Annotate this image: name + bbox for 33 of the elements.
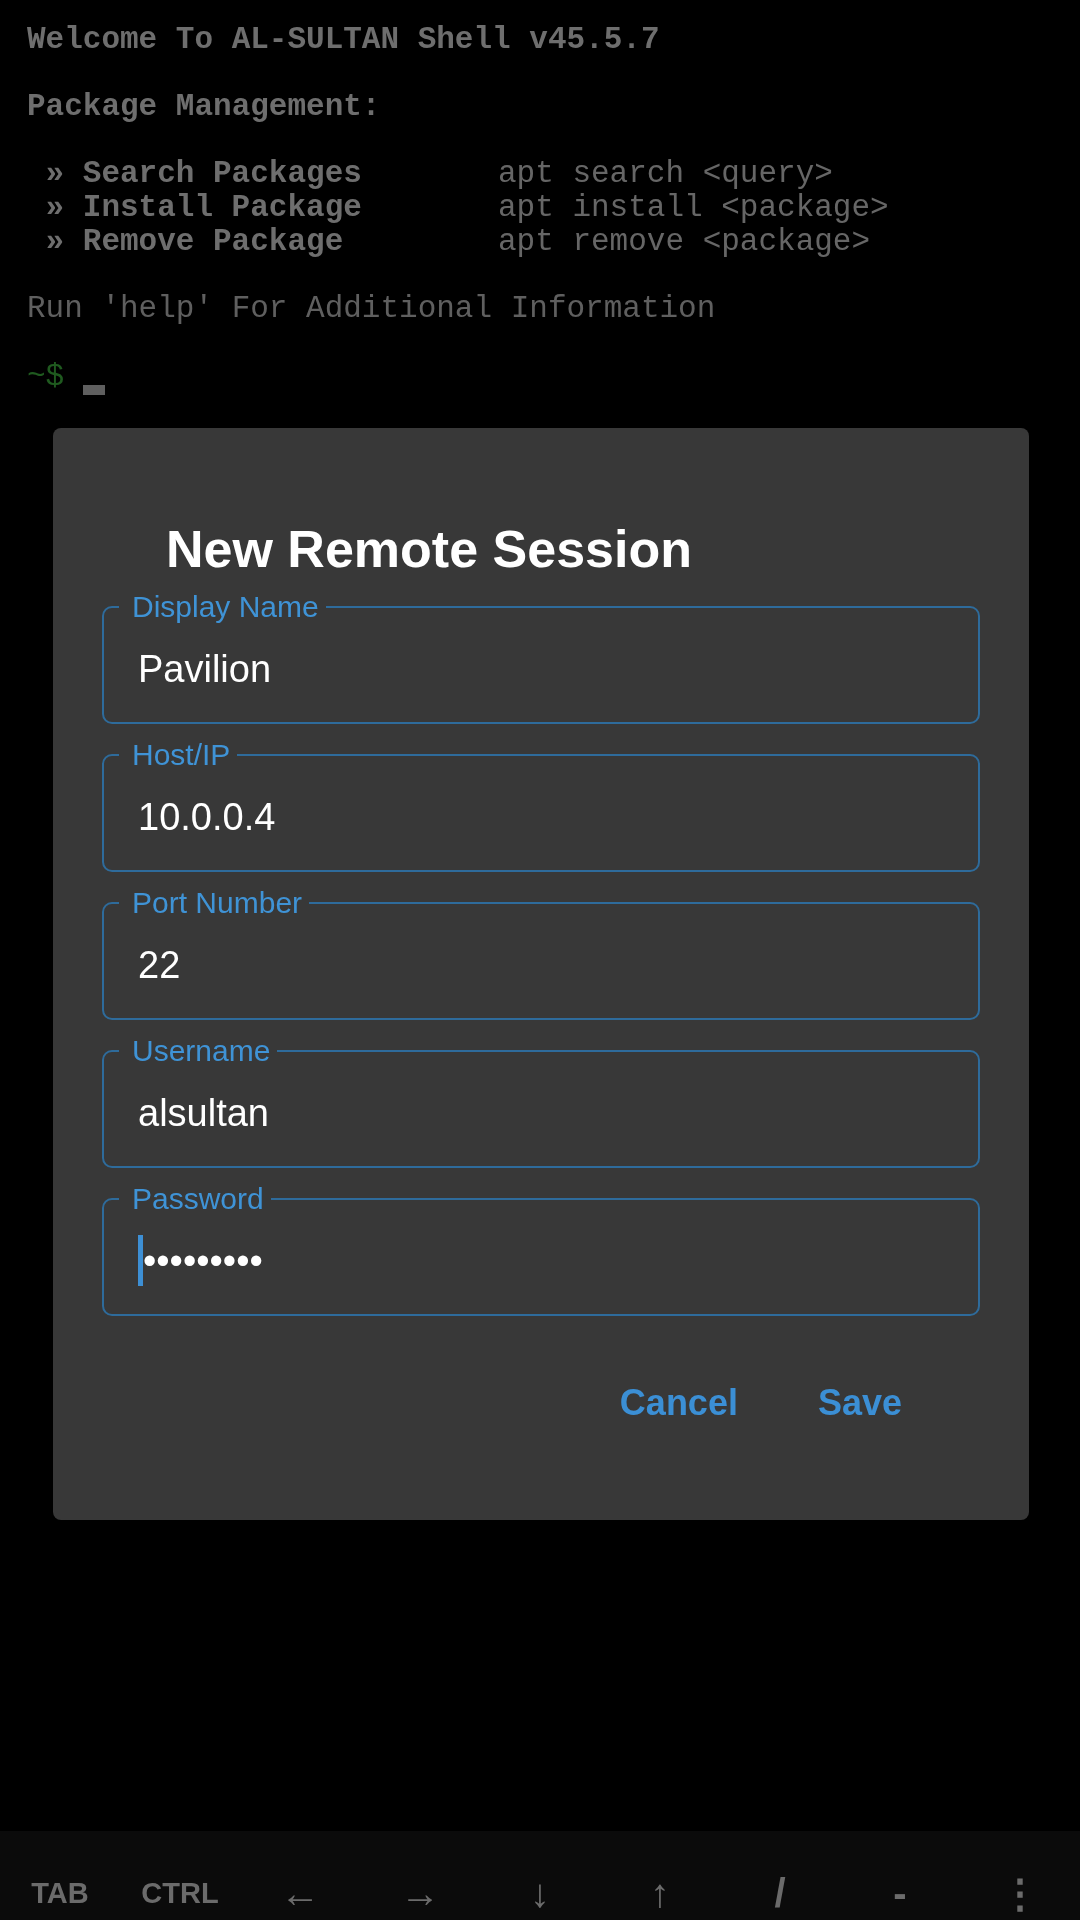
field-label: Display Name bbox=[131, 588, 320, 625]
field-label: Port Number bbox=[131, 884, 304, 921]
field-label: Password bbox=[131, 1180, 265, 1217]
field-value: ••••••••• bbox=[143, 1238, 263, 1284]
menu-item-label: » Install Package bbox=[45, 189, 362, 225]
field-value: 22 bbox=[138, 942, 181, 988]
dialog-button[interactable]: Cancel bbox=[599, 1368, 758, 1437]
dialog-title: New Remote Session bbox=[166, 518, 692, 579]
field-value: alsultan bbox=[138, 1090, 269, 1136]
shell-prompt: ~$ bbox=[27, 360, 65, 394]
section-heading: Package Management: bbox=[27, 90, 381, 124]
command-text: apt remove <package> bbox=[498, 223, 871, 259]
key-button[interactable]: / bbox=[720, 1866, 840, 1920]
menu-item-label: » Search Packages bbox=[45, 156, 362, 192]
key-button[interactable]: CTRL bbox=[120, 1866, 240, 1920]
key-button[interactable]: → bbox=[360, 1866, 480, 1920]
dialog-button[interactable]: Save bbox=[797, 1368, 922, 1437]
menu-item-label: » Remove Package bbox=[45, 223, 344, 259]
terminal-hint: Run 'help' For Additional Information bbox=[27, 291, 716, 326]
command-text: apt search <query> bbox=[498, 156, 833, 192]
key-button[interactable]: ↓ bbox=[480, 1866, 600, 1920]
field-value: Pavilion bbox=[138, 646, 272, 692]
key-button[interactable]: ↑ bbox=[600, 1866, 720, 1920]
field-label: Username bbox=[131, 1032, 272, 1069]
cursor-icon bbox=[82, 384, 105, 395]
key-button[interactable]: - bbox=[840, 1866, 960, 1920]
key-button[interactable]: ← bbox=[240, 1866, 360, 1920]
field-value: 10.0.0.4 bbox=[138, 794, 276, 840]
key-button[interactable]: TAB bbox=[0, 1866, 120, 1920]
key-button[interactable]: ⋮ bbox=[960, 1866, 1080, 1920]
welcome-message: Welcome To AL-SULTAN Shell v45.5.7 bbox=[27, 23, 660, 57]
command-text: apt install <package> bbox=[498, 189, 889, 225]
field-label: Host/IP bbox=[131, 736, 232, 773]
